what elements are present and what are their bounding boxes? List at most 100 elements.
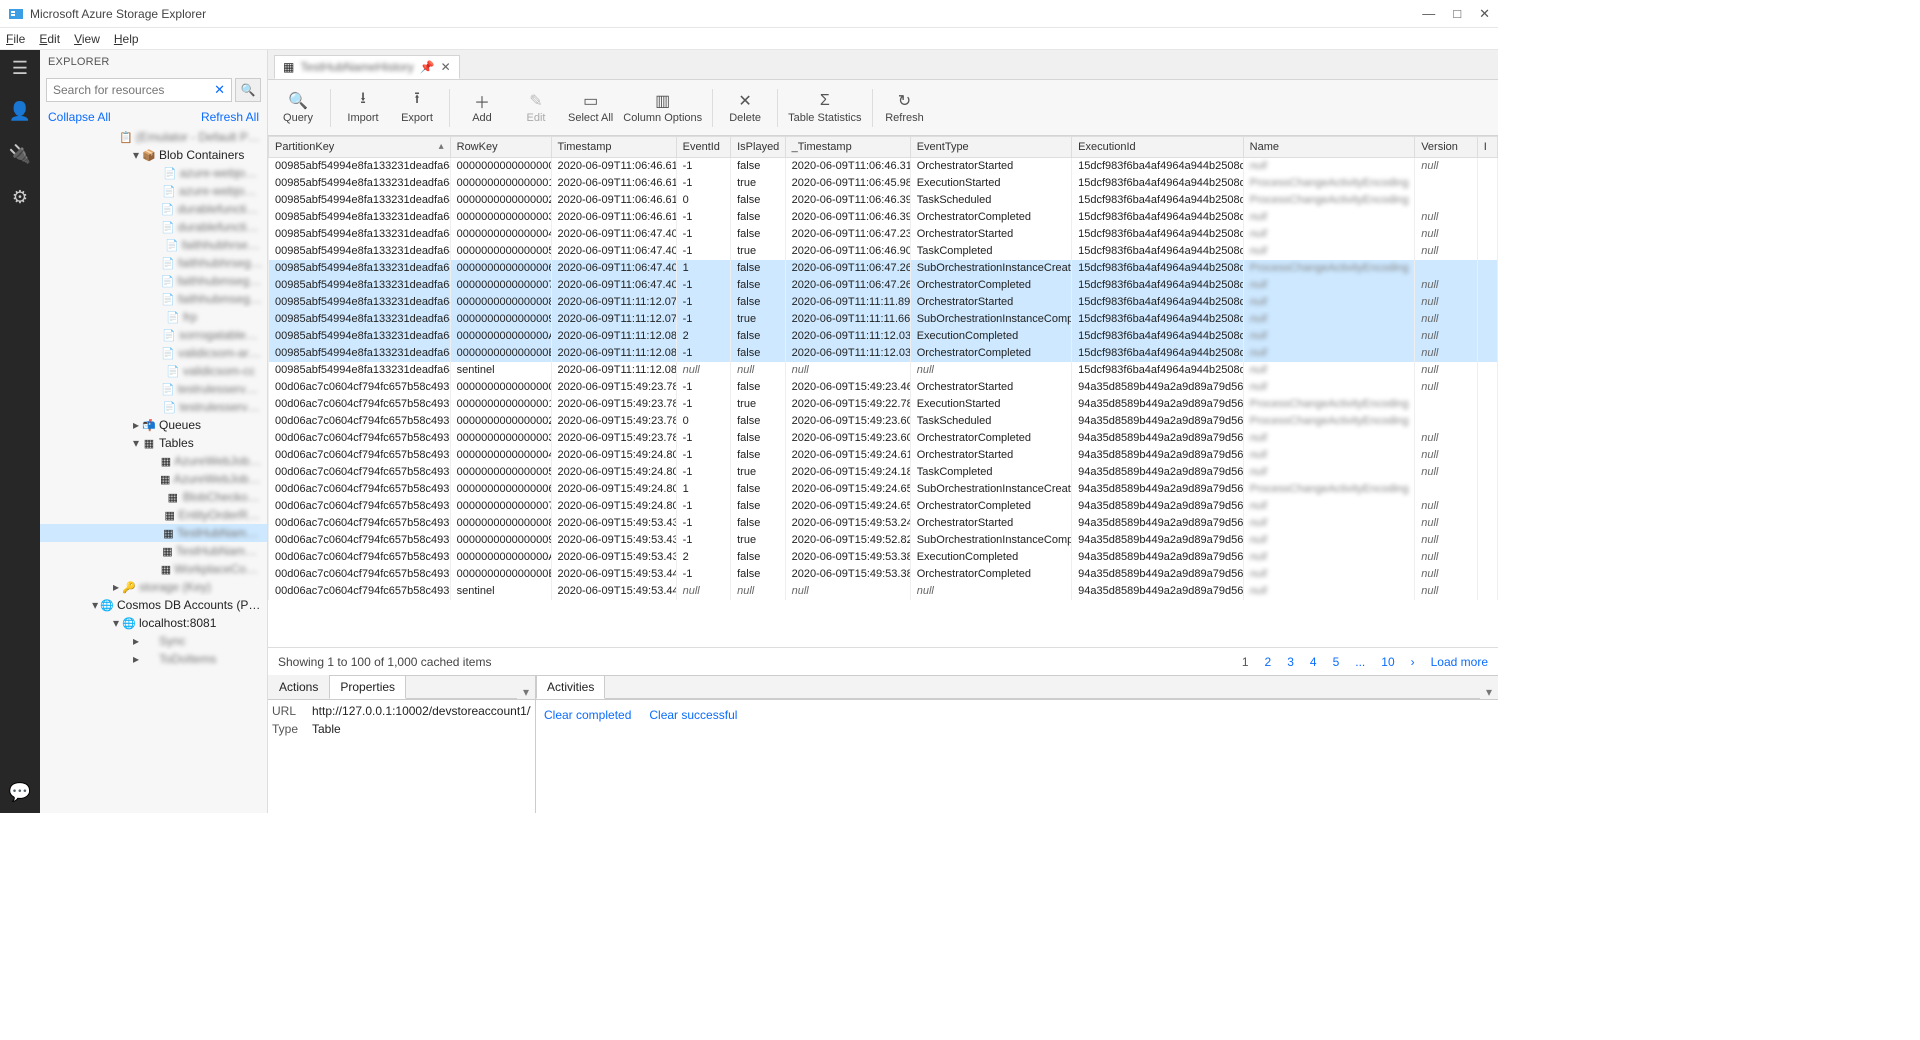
column-header[interactable]: EventId xyxy=(676,137,730,158)
table-row[interactable]: 00985abf54994e8fa133231deadfa64200000000… xyxy=(269,294,1498,311)
table-row[interactable]: 00d06ac7c0604cf794fc657b58c49396sentinel… xyxy=(269,583,1498,600)
tree-node[interactable]: 📄testrulesserve-largemessag xyxy=(40,380,267,398)
export-button[interactable]: ⭱Export xyxy=(395,92,439,124)
column-header[interactable]: Version xyxy=(1415,137,1478,158)
tree-node[interactable]: ▦AzureWebJobsHostLogs2020 xyxy=(40,452,267,470)
close-tab-icon[interactable]: ✕ xyxy=(441,60,451,74)
tree-node[interactable]: ▦AzureWebJobsHostLogscommon xyxy=(40,470,267,488)
table-row[interactable]: 00d06ac7c0604cf794fc657b58c4939600000000… xyxy=(269,430,1498,447)
column-options-button[interactable]: ▥Column Options xyxy=(623,92,702,124)
table-row[interactable]: 00d06ac7c0604cf794fc657b58c4939600000000… xyxy=(269,566,1498,583)
tree-twisty-icon[interactable]: ▾ xyxy=(130,436,142,450)
table-row[interactable]: 00985abf54994e8fa133231deadfa64200000000… xyxy=(269,175,1498,192)
next-page-icon[interactable]: › xyxy=(1411,655,1415,669)
page-number[interactable]: 10 xyxy=(1381,655,1394,669)
tree-node[interactable]: 📄faithhubhrseg-de-unknown xyxy=(40,254,267,272)
import-button[interactable]: ⭳Import xyxy=(341,92,385,124)
pin-icon[interactable]: 📌 xyxy=(420,60,435,74)
tree-node[interactable]: ▸📬Queues xyxy=(40,416,267,434)
stats-button[interactable]: ΣTable Statistics xyxy=(788,92,861,124)
tree-node[interactable]: 📄faithhubmsegahsub-leases xyxy=(40,290,267,308)
close-window-button[interactable]: ✕ xyxy=(1479,6,1490,22)
table-row[interactable]: 00985abf54994e8fa133231deadfa642sentinel… xyxy=(269,362,1498,379)
table-row[interactable]: 00985abf54994e8fa133231deadfa64200000000… xyxy=(269,328,1498,345)
table-row[interactable]: 00985abf54994e8fa133231deadfa64200000000… xyxy=(269,260,1498,277)
refresh-button[interactable]: ↻Refresh xyxy=(883,92,927,124)
tree-node[interactable]: ▦EntityOrderReports xyxy=(40,506,267,524)
settings-rail-icon[interactable]: ⚙ xyxy=(12,187,28,208)
explorer-rail-icon[interactable]: ☰ xyxy=(12,58,28,79)
table-row[interactable]: 00985abf54994e8fa133231deadfa64200000000… xyxy=(269,209,1498,226)
query-button[interactable]: 🔍Query xyxy=(276,92,320,124)
tree-node[interactable]: 📄faithhubmsegahsub-largemes xyxy=(40,272,267,290)
tree-node[interactable]: 📄frp xyxy=(40,308,267,326)
page-number[interactable]: 1 xyxy=(1242,655,1249,669)
tree-node[interactable]: 📄azure-webjobs-secrets xyxy=(40,182,267,200)
column-header[interactable]: Name xyxy=(1243,137,1415,158)
tree-twisty-icon[interactable]: ▸ xyxy=(130,418,142,432)
menu-view[interactable]: View xyxy=(74,32,100,46)
table-row[interactable]: 00d06ac7c0604cf794fc657b58c4939600000000… xyxy=(269,481,1498,498)
page-number[interactable]: 2 xyxy=(1265,655,1272,669)
table-row[interactable]: 00d06ac7c0604cf794fc657b58c4939600000000… xyxy=(269,413,1498,430)
menu-help[interactable]: Help xyxy=(114,32,139,46)
table-row[interactable]: 00d06ac7c0604cf794fc657b58c4939600000000… xyxy=(269,532,1498,549)
tree-node[interactable]: ▦BlobCheckouts xyxy=(40,488,267,506)
search-button[interactable]: 🔍 xyxy=(235,78,261,102)
tree-node[interactable]: ▸ToDoItems xyxy=(40,650,267,668)
tree-twisty-icon[interactable]: ▸ xyxy=(130,652,142,666)
table-row[interactable]: 00985abf54994e8fa133231deadfa64200000000… xyxy=(269,345,1498,362)
properties-dropdown-icon[interactable]: ▾ xyxy=(517,685,535,699)
column-header[interactable]: I xyxy=(1477,137,1497,158)
table-row[interactable]: 00d06ac7c0604cf794fc657b58c4939600000000… xyxy=(269,498,1498,515)
search-input[interactable] xyxy=(46,78,232,102)
page-number[interactable]: 4 xyxy=(1310,655,1317,669)
tree-twisty-icon[interactable]: ▾ xyxy=(90,598,100,612)
column-header[interactable]: ExecutionId xyxy=(1072,137,1244,158)
tree-node[interactable]: ▦TestHubNameInstances xyxy=(40,542,267,560)
page-number[interactable]: 5 xyxy=(1333,655,1340,669)
table-row[interactable]: 00d06ac7c0604cf794fc657b58c4939600000000… xyxy=(269,447,1498,464)
maximize-button[interactable]: □ xyxy=(1453,6,1461,22)
table-row[interactable]: 00985abf54994e8fa133231deadfa64200000000… xyxy=(269,158,1498,175)
tree-twisty-icon[interactable]: ▸ xyxy=(110,580,122,594)
clear-successful-link[interactable]: Clear successful xyxy=(649,708,737,722)
tree-node[interactable]: 📄durablefunctionshub-leases xyxy=(40,218,267,236)
select-all-button[interactable]: ▭Select All xyxy=(568,92,613,124)
table-row[interactable]: 00985abf54994e8fa133231deadfa64200000000… xyxy=(269,192,1498,209)
tree-node[interactable]: 📄durablefunctionshub-largem xyxy=(40,200,267,218)
menu-edit[interactable]: Edit xyxy=(39,32,60,46)
tree-node[interactable]: ▾▦Tables xyxy=(40,434,267,452)
tree-node[interactable]: ▦TestHubNameHistory xyxy=(40,524,267,542)
table-row[interactable]: 00d06ac7c0604cf794fc657b58c4939600000000… xyxy=(269,464,1498,481)
table-row[interactable]: 00d06ac7c0604cf794fc657b58c4939600000000… xyxy=(269,396,1498,413)
tree-node[interactable]: 📄validicsom-argsugpenddis xyxy=(40,344,267,362)
page-number[interactable]: 3 xyxy=(1287,655,1294,669)
table-row[interactable]: 00d06ac7c0604cf794fc657b58c4939600000000… xyxy=(269,379,1498,396)
add-button[interactable]: ＋Add xyxy=(460,92,504,124)
tree-node[interactable]: 📄validicsom-cc xyxy=(40,362,267,380)
account-rail-icon[interactable]: 👤 xyxy=(9,101,31,122)
column-header[interactable]: RowKey xyxy=(450,137,551,158)
tree-node[interactable]: ▦WorkplaceControlTransaction xyxy=(40,560,267,578)
tree-twisty-icon[interactable]: ▸ xyxy=(130,634,142,648)
tree-twisty-icon[interactable]: ▾ xyxy=(110,616,122,630)
tree-node[interactable]: ▸🔑storage (Key) xyxy=(40,578,267,596)
collapse-all-link[interactable]: Collapse All xyxy=(48,110,111,124)
table-row[interactable]: 00d06ac7c0604cf794fc657b58c4939600000000… xyxy=(269,515,1498,532)
load-more-link[interactable]: Load more xyxy=(1431,655,1488,669)
minimize-button[interactable]: — xyxy=(1422,6,1435,22)
tree-node[interactable]: 📋(Emulator - Default Ports) (Key) xyxy=(40,128,267,146)
properties-tab[interactable]: Properties xyxy=(329,675,406,699)
feedback-rail-icon[interactable]: 💬 xyxy=(9,782,31,813)
clear-completed-link[interactable]: Clear completed xyxy=(544,708,631,722)
clear-search-icon[interactable]: ✕ xyxy=(214,82,225,98)
table-row[interactable]: 00985abf54994e8fa133231deadfa64200000000… xyxy=(269,226,1498,243)
page-number[interactable]: ... xyxy=(1355,655,1365,669)
connect-rail-icon[interactable]: 🔌 xyxy=(9,144,31,165)
delete-button[interactable]: ✕Delete xyxy=(723,92,767,124)
active-tab[interactable]: ▦ TestHubNameHistory 📌 ✕ xyxy=(274,55,460,79)
actions-tab[interactable]: Actions xyxy=(268,675,329,699)
tree-node[interactable]: ▾🌐localhost:8081 xyxy=(40,614,267,632)
activities-tab[interactable]: Activities xyxy=(536,675,605,699)
